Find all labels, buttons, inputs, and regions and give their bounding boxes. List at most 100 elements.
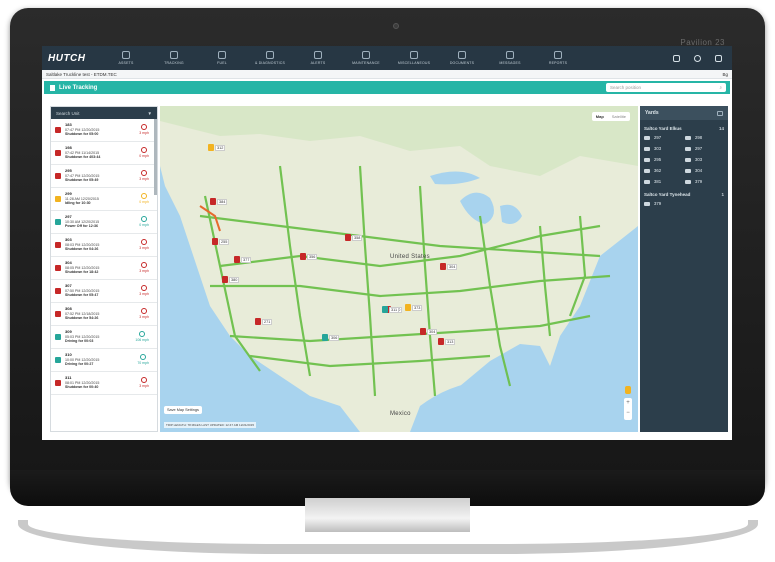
nav-item[interactable]: ASSETS — [102, 46, 150, 70]
search-position-input[interactable]: Search position ⌕ — [606, 83, 726, 92]
map-marker[interactable]: 271 — [255, 318, 273, 325]
app-logo[interactable]: HUTCH — [42, 46, 102, 70]
unit-status: Driving for 00:27 — [65, 362, 94, 367]
unit-info: 183 07:47 PM 12/20/2015 Shutdown for 05:00 — [65, 122, 99, 136]
map-marker[interactable]: 356 — [300, 253, 318, 260]
map-marker[interactable]: 373 — [405, 304, 423, 311]
yard-group: Saltco Yard Tynehead 1 379 — [640, 186, 728, 208]
nav-item[interactable]: MESSAGES — [486, 46, 534, 70]
monitor-stand-base — [18, 520, 758, 554]
nav-item-icon — [506, 51, 514, 59]
nav-item[interactable]: REPORTS — [534, 46, 582, 70]
yard-unit[interactable]: 381 — [644, 179, 683, 184]
webcam-icon — [393, 23, 399, 29]
speed-gauge-icon — [141, 308, 148, 314]
yard-unit[interactable]: 298 — [685, 135, 724, 140]
unit-row[interactable]: 311 08:01 PM 12/20/2015 Shutdown for 00:40… — [51, 372, 157, 395]
map-marker[interactable]: 358 — [345, 234, 363, 241]
unit-rows: 183 07:47 PM 12/20/2015 Shutdown for 05:00… — [51, 119, 157, 395]
truck-marker-icon — [322, 334, 328, 341]
map-type-toggle[interactable]: Map Satellite — [591, 112, 630, 121]
zoom-control[interactable]: + − — [624, 398, 632, 420]
yard-unit-id: 297 — [654, 135, 662, 140]
unit-row[interactable]: 308 07:52 PM 12/18/2015 Shutdown for 54:26… — [51, 303, 157, 326]
yard-unit[interactable]: 304 — [685, 168, 724, 173]
yard-count: 14 — [718, 126, 724, 131]
yard-unit[interactable]: 303 — [644, 146, 683, 151]
street-view-pegman-icon[interactable] — [625, 386, 631, 394]
map-marker[interactable]: 306 — [322, 334, 340, 341]
map-marker[interactable]: 313 — [438, 338, 456, 345]
unit-info: 308 07:52 PM 12/18/2015 Shutdown for 54:26 — [65, 306, 99, 320]
nav-item-icon — [410, 51, 418, 59]
unit-row[interactable]: 304 08:05 PM 12/20/2015 Shutdown for 18:42… — [51, 257, 157, 280]
search-icon[interactable]: ⌕ — [719, 85, 722, 90]
speed-gauge-icon — [141, 124, 148, 130]
fullscreen-icon[interactable] — [673, 54, 680, 62]
map-marker[interactable]: 384 — [210, 198, 228, 205]
marker-label: 373 — [412, 304, 423, 311]
unit-row[interactable]: 297 10:30 AM 12/20/2015 Power Off for 12:3… — [51, 211, 157, 234]
unit-speed-badge: 0 mph — [139, 216, 149, 227]
document-icon — [50, 84, 55, 91]
map-marker[interactable]: 255 — [212, 238, 230, 245]
unit-row[interactable]: 309 05:03 PM 12/20/2015 Driving for 00:03 1… — [51, 326, 157, 349]
nav-item[interactable]: & DIAGNOSTICS — [246, 46, 294, 70]
yard-unit[interactable]: 379 — [685, 179, 724, 184]
unit-speed: 3 mph — [139, 269, 149, 273]
yard-unit-id: 298 — [695, 135, 703, 140]
filter-icon[interactable]: ▼ — [148, 111, 152, 116]
map-marker[interactable]: 304 — [440, 263, 458, 270]
unit-status: Shutdown for 05:49 — [65, 178, 99, 183]
yard-unit[interactable]: 297 — [644, 135, 683, 140]
marker-label: 255 — [219, 238, 230, 245]
yard-unit-id: 303 — [654, 146, 662, 151]
unit-status: Driving for 00:03 — [65, 339, 94, 344]
map-marker[interactable]: 380 — [222, 276, 240, 283]
yard-unit[interactable]: 303 — [685, 157, 724, 162]
nav-item[interactable]: FUEL — [198, 46, 246, 70]
unit-row[interactable]: 303 08:03 PM 12/20/2015 Shutdown for 04:26… — [51, 234, 157, 257]
unit-row[interactable]: 198 07:42 PM 11/14/2015 Shutdown for 403:4… — [51, 142, 157, 165]
flag-label[interactable]: Bg — [722, 72, 728, 77]
map-toggle-map[interactable]: Map — [592, 112, 608, 121]
unit-row[interactable]: 183 07:47 PM 12/20/2015 Shutdown for 05:00… — [51, 119, 157, 142]
unit-info: 299 11:28 AM 12/20/2015 Idling for 10:30 — [65, 191, 99, 205]
yard-unit[interactable]: 379 — [644, 201, 683, 206]
map-toggle-satellite[interactable]: Satellite — [608, 112, 630, 121]
truck-marker-icon — [208, 144, 214, 151]
nav-item[interactable]: TRACKING — [150, 46, 198, 70]
map-marker[interactable]: 312 — [208, 144, 226, 151]
truck-icon — [55, 288, 61, 294]
unit-row[interactable]: 310 10:00 PM 12/20/2015 Driving for 00:27 7… — [51, 349, 157, 372]
yard-title-row[interactable]: Saltco Yard Elkus 14 — [644, 126, 724, 131]
speed-gauge-icon — [141, 262, 148, 268]
yards-collapse-icon[interactable] — [717, 110, 723, 116]
nav-item[interactable]: DOCUMENTS — [438, 46, 486, 70]
nav-item[interactable]: MAINTENANCE — [342, 46, 390, 70]
map-marker[interactable]: 311 — [382, 306, 400, 313]
map-marker[interactable]: 377 — [234, 256, 252, 263]
yard-unit[interactable]: 297 — [685, 146, 724, 151]
nav-item[interactable]: MISCELLANEOUS — [390, 46, 438, 70]
yard-name: Saltco Yard Tynehead — [644, 192, 691, 197]
yard-title-row[interactable]: Saltco Yard Tynehead 1 — [644, 192, 724, 197]
truck-icon — [55, 150, 61, 156]
yard-unit[interactable]: 295 — [644, 157, 683, 162]
logout-icon[interactable] — [715, 54, 722, 62]
nav-item-icon — [122, 51, 130, 59]
map-view[interactable]: United States Mexico 312 384 255 377 380 358 3… — [160, 106, 638, 432]
unit-list-scrollbar[interactable] — [154, 119, 157, 195]
yard-unit[interactable]: 362 — [644, 168, 683, 173]
globe-icon[interactable] — [694, 54, 701, 62]
unit-search-bar[interactable]: Search Unit ▼ — [51, 107, 157, 119]
unit-row[interactable]: 307 07:50 PM 12/20/2015 Shutdown for 05:47… — [51, 280, 157, 303]
save-map-settings-button[interactable]: Save Map Settings — [164, 406, 202, 414]
yard-unit-id: 297 — [695, 146, 703, 151]
nav-item[interactable]: ALERTS — [294, 46, 342, 70]
unit-row[interactable]: 295 07:47 PM 12/20/2015 Shutdown for 05:49… — [51, 165, 157, 188]
yard-unit-id: 303 — [695, 157, 703, 162]
marker-label: 306 — [329, 334, 340, 341]
map-marker[interactable]: 304 — [420, 328, 438, 335]
unit-row[interactable]: 299 11:28 AM 12/20/2015 Idling for 10:30 0 … — [51, 188, 157, 211]
